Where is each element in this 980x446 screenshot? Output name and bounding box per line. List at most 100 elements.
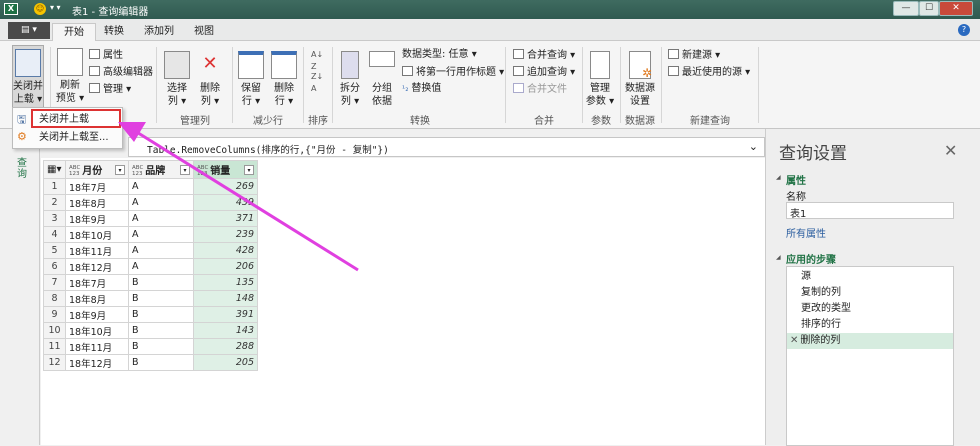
- tab-add-column[interactable]: 添加列: [133, 23, 185, 41]
- maximize-button[interactable]: ☐: [919, 1, 939, 16]
- cell-brand[interactable]: A: [128, 242, 194, 259]
- row-number: 4: [43, 226, 66, 243]
- remove-columns-button[interactable]: ✕ 删除 列 ▾: [195, 45, 225, 108]
- table-menu-icon[interactable]: ▦▾: [43, 160, 66, 179]
- manage-label: 管理 ▾: [103, 84, 132, 95]
- cell-brand[interactable]: A: [128, 194, 194, 211]
- column-header-sales[interactable]: ABC 123 销量 ▾: [193, 160, 258, 179]
- cell-brand[interactable]: A: [128, 226, 194, 243]
- cell-sales[interactable]: 371: [193, 210, 258, 227]
- merge-queries-button[interactable]: 合并查询 ▾: [513, 49, 575, 62]
- cell-sales[interactable]: 148: [193, 290, 258, 307]
- step-removed-columns[interactable]: ✕ 删除的列: [787, 333, 953, 349]
- cell-month[interactable]: 18年12月: [65, 354, 129, 371]
- cell-month[interactable]: 18年9月: [65, 210, 129, 227]
- data-source-settings-button[interactable]: ✲ 数据源 设置: [622, 45, 658, 108]
- sort-ascending-icon[interactable]: A↓ Z: [311, 49, 323, 73]
- row-number: 10: [43, 322, 66, 339]
- step-sorted-rows[interactable]: 排序的行: [787, 317, 953, 333]
- cell-sales[interactable]: 206: [193, 258, 258, 275]
- collapse-triangle-icon[interactable]: ◢: [776, 254, 781, 261]
- cell-brand[interactable]: A: [128, 258, 194, 275]
- filter-dropdown-icon[interactable]: ▾: [115, 165, 125, 175]
- choose-columns-button[interactable]: 选择 列 ▾: [162, 45, 192, 108]
- manage-button[interactable]: 管理 ▾: [89, 83, 131, 96]
- use-first-row-header-button[interactable]: 将第一行用作标题 ▾: [402, 66, 504, 79]
- expand-formula-icon[interactable]: ⌄: [749, 140, 758, 153]
- collapse-triangle-icon[interactable]: ◢: [776, 174, 781, 181]
- column-header-brand[interactable]: ABC 123 品牌 ▾: [128, 160, 194, 179]
- queries-pane-toggle[interactable]: 查询: [17, 158, 27, 180]
- cell-brand[interactable]: B: [128, 354, 194, 371]
- cell-month[interactable]: 18年11月: [65, 242, 129, 259]
- smiley-feedback-icon[interactable]: ☺: [34, 3, 46, 15]
- cell-month[interactable]: 18年12月: [65, 258, 129, 275]
- close-settings-button[interactable]: ✕: [944, 141, 957, 160]
- menu-item-close-load[interactable]: 关闭并上载: [31, 109, 121, 128]
- cell-sales[interactable]: 288: [193, 338, 258, 355]
- close-load-button[interactable]: 关闭并 上载 ▾: [12, 45, 44, 109]
- cell-month[interactable]: 18年7月: [65, 274, 129, 291]
- keep-rows-button[interactable]: 保留 行 ▾: [236, 45, 266, 108]
- replace-values-button[interactable]: ¹₂ 替换值: [402, 83, 441, 95]
- tab-home[interactable]: 开始: [52, 23, 96, 41]
- group-by-button[interactable]: 分组 依据: [367, 45, 397, 108]
- cell-brand[interactable]: B: [128, 322, 194, 339]
- remove-rows-button[interactable]: 删除 行 ▾: [269, 45, 299, 108]
- step-changed-type[interactable]: 更改的类型: [787, 301, 953, 317]
- tab-transform[interactable]: 转换: [93, 23, 135, 41]
- step-source[interactable]: 源: [787, 269, 953, 285]
- all-properties-link[interactable]: 所有属性: [786, 225, 826, 240]
- refresh-preview-button[interactable]: 刷新 预览 ▾: [55, 45, 85, 105]
- cell-sales[interactable]: 428: [193, 242, 258, 259]
- sort-descending-icon[interactable]: Z↓ A: [311, 71, 323, 95]
- new-source-button[interactable]: 新建源 ▾: [668, 49, 720, 62]
- table-row: 10 18年10月 B 143: [43, 322, 258, 339]
- close-window-button[interactable]: ✕: [939, 1, 973, 16]
- cell-brand[interactable]: B: [128, 338, 194, 355]
- cell-sales[interactable]: 391: [193, 306, 258, 323]
- cell-sales[interactable]: 205: [193, 354, 258, 371]
- cell-month[interactable]: 18年9月: [65, 306, 129, 323]
- formula-bar[interactable]: Table.RemoveColumns(排序的行,{"月份 - 复制"}) ⌄: [128, 137, 765, 157]
- data-type-dropdown[interactable]: 数据类型: 任意 ▾: [402, 49, 477, 61]
- cell-sales[interactable]: 135: [193, 274, 258, 291]
- properties-button[interactable]: 属性: [89, 49, 123, 62]
- file-menu-button[interactable]: ▤ ▾: [8, 22, 50, 39]
- filter-dropdown-icon[interactable]: ▾: [180, 165, 190, 175]
- query-name-input[interactable]: 表1: [786, 202, 954, 220]
- cell-brand[interactable]: B: [128, 290, 194, 307]
- cell-month[interactable]: 18年10月: [65, 226, 129, 243]
- append-queries-button[interactable]: 追加查询 ▾: [513, 66, 575, 79]
- cell-brand[interactable]: A: [128, 178, 194, 195]
- cell-month[interactable]: 18年7月: [65, 178, 129, 195]
- filter-dropdown-icon[interactable]: ▾: [244, 165, 254, 175]
- column-header-month[interactable]: ABC 123 月份 ▾: [65, 160, 129, 179]
- manage-parameters-button[interactable]: 管理 参数 ▾: [585, 45, 615, 108]
- advanced-editor-button[interactable]: 高级编辑器: [89, 66, 153, 79]
- cell-sales[interactable]: 239: [193, 226, 258, 243]
- merge-queries-label: 合并查询 ▾: [527, 50, 576, 61]
- step-duplicated-column[interactable]: 复制的列: [787, 285, 953, 301]
- quick-access-dropdown-icon[interactable]: ▾ ▾: [50, 3, 61, 12]
- delete-step-icon[interactable]: ✕: [790, 335, 798, 346]
- table-row: 2 18年8月 A 439: [43, 194, 258, 211]
- minimize-button[interactable]: —: [893, 1, 919, 16]
- formula-text[interactable]: Table.RemoveColumns(排序的行,{"月份 - 复制"}): [147, 142, 389, 156]
- tab-view[interactable]: 视图: [183, 23, 225, 41]
- cell-month[interactable]: 18年11月: [65, 338, 129, 355]
- cell-sales[interactable]: 439: [193, 194, 258, 211]
- recent-sources-button[interactable]: 最近使用的源 ▾: [668, 66, 750, 79]
- cell-month[interactable]: 18年10月: [65, 322, 129, 339]
- cell-month[interactable]: 18年8月: [65, 194, 129, 211]
- split-column-button[interactable]: 拆分 列 ▾: [336, 45, 364, 108]
- help-icon[interactable]: ?: [958, 24, 970, 36]
- cell-month[interactable]: 18年8月: [65, 290, 129, 307]
- combine-files-button[interactable]: 合并文件: [513, 83, 567, 96]
- menu-item-close-load-to[interactable]: 关闭并上载至...: [13, 129, 122, 148]
- cell-brand[interactable]: A: [128, 210, 194, 227]
- cell-sales[interactable]: 269: [193, 178, 258, 195]
- cell-sales[interactable]: 143: [193, 322, 258, 339]
- cell-brand[interactable]: B: [128, 274, 194, 291]
- cell-brand[interactable]: B: [128, 306, 194, 323]
